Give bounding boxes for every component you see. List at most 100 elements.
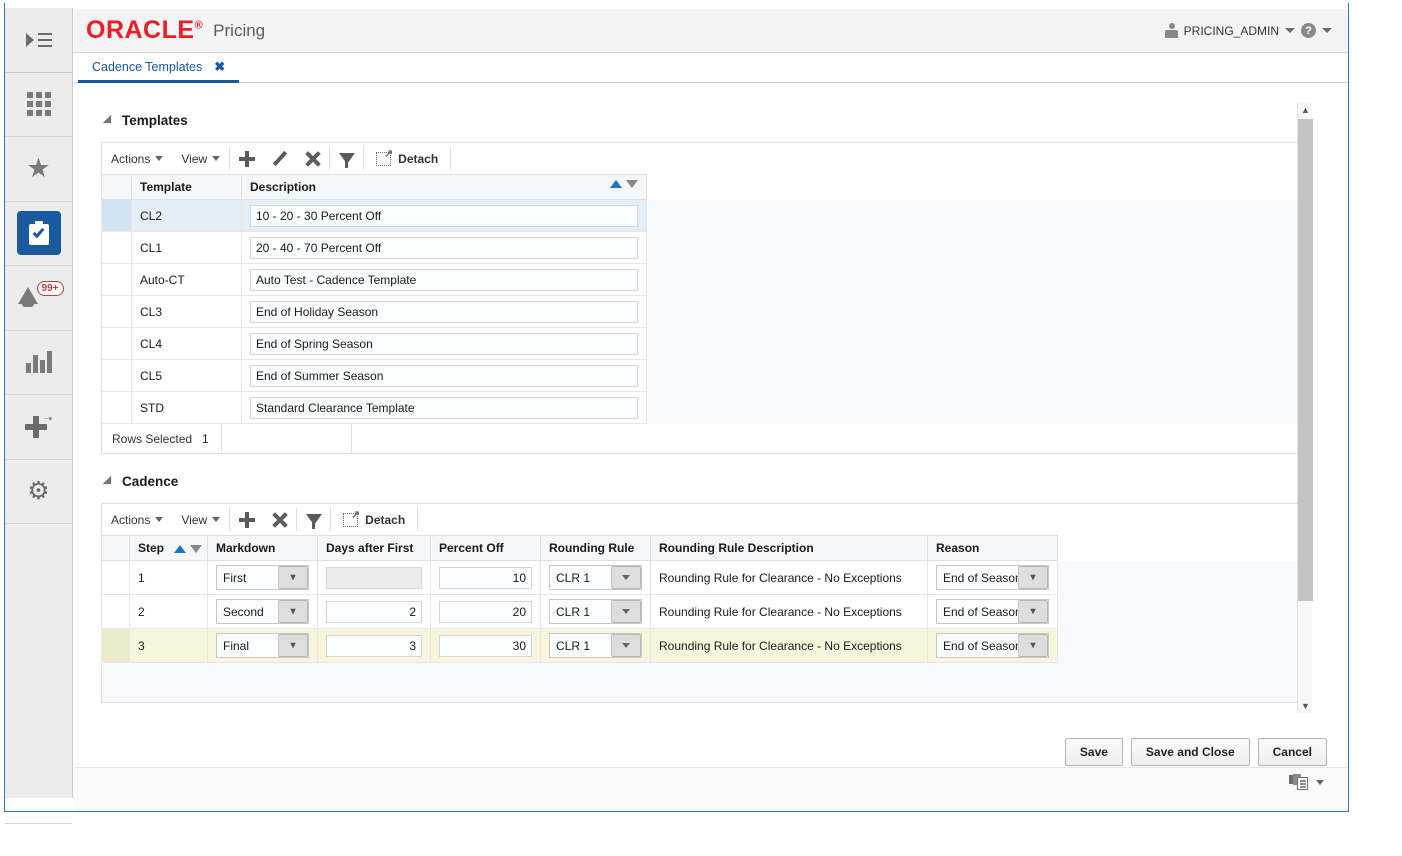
cadence-days-after-first-cell[interactable]	[318, 629, 431, 663]
cadence-col-step[interactable]: Step	[130, 536, 208, 561]
template-description-input[interactable]	[250, 397, 638, 419]
chevron-down-icon[interactable]: ▾	[278, 634, 308, 657]
cadence-percent-off-cell[interactable]	[431, 561, 541, 595]
dropdown-triangle-icon[interactable]	[611, 634, 641, 657]
template-description-cell[interactable]	[242, 328, 647, 360]
template-description-cell[interactable]	[242, 392, 647, 424]
template-description-input[interactable]	[250, 205, 638, 227]
template-description-input[interactable]	[250, 301, 638, 323]
chevron-down-icon[interactable]: ▾	[278, 566, 308, 589]
template-code-cell[interactable]: CL3	[132, 296, 242, 328]
rail-item-notifications[interactable]: 99+	[5, 266, 72, 331]
cadence-col-rounding-rule[interactable]: Rounding Rule	[541, 536, 651, 561]
percent-off-input[interactable]	[439, 567, 532, 589]
markdown-select[interactable]: Final▾	[216, 633, 309, 658]
templates-actions-menu[interactable]: Actions	[102, 143, 172, 174]
template-code-cell[interactable]: CL4	[132, 328, 242, 360]
row-selector-cell[interactable]	[102, 595, 130, 629]
template-code-cell[interactable]: CL5	[132, 360, 242, 392]
table-row[interactable]: CL4	[102, 328, 1309, 360]
templates-section-header[interactable]: Templates	[101, 113, 188, 128]
row-selector-cell[interactable]	[102, 328, 132, 360]
table-row[interactable]: 2Second▾CLR 1Rounding Rule for Clearance…	[102, 595, 1309, 629]
percent-off-input[interactable]	[439, 635, 532, 657]
template-description-input[interactable]	[250, 269, 638, 291]
cadence-markdown-cell[interactable]: Second▾	[208, 595, 318, 629]
days-after-first-input[interactable]	[326, 635, 422, 657]
markdown-select[interactable]: Second▾	[216, 599, 309, 624]
cadence-markdown-cell[interactable]: Final▾	[208, 629, 318, 663]
cadence-days-after-first-cell[interactable]	[318, 561, 431, 595]
scrollbar-thumb[interactable]	[1298, 119, 1313, 601]
rail-item-reports[interactable]	[5, 331, 72, 396]
cancel-button[interactable]: Cancel	[1258, 738, 1327, 766]
row-selector-cell[interactable]	[102, 264, 132, 296]
row-selector-cell[interactable]	[102, 296, 132, 328]
cadence-reason-cell[interactable]: End of Season▾	[928, 629, 1058, 663]
print-control[interactable]	[1289, 774, 1324, 791]
cadence-percent-off-cell[interactable]	[431, 629, 541, 663]
template-code-cell[interactable]: Auto-CT	[132, 264, 242, 296]
sort-ascending-icon[interactable]	[610, 180, 622, 188]
templates-filter-button[interactable]	[330, 143, 363, 174]
percent-off-input[interactable]	[439, 601, 532, 623]
cadence-col-rounding-rule-description[interactable]: Rounding Rule Description	[651, 536, 928, 561]
cadence-delete-button[interactable]	[263, 504, 296, 535]
help-icon[interactable]: ?	[1301, 23, 1316, 38]
save-button[interactable]: Save	[1065, 738, 1123, 766]
table-row[interactable]: Auto-CT	[102, 264, 1309, 296]
rail-item-favorites[interactable]: ★	[5, 137, 72, 202]
table-row[interactable]: CL3	[102, 296, 1309, 328]
templates-edit-button[interactable]	[263, 143, 296, 174]
table-row[interactable]: CL2	[102, 200, 1309, 232]
template-description-cell[interactable]	[242, 360, 647, 392]
row-selector-cell[interactable]	[102, 392, 132, 424]
cadence-rounding-rule-cell[interactable]: CLR 1	[541, 561, 651, 595]
cadence-actions-menu[interactable]: Actions	[102, 504, 172, 535]
rounding-rule-select[interactable]: CLR 1	[549, 565, 642, 590]
cadence-filter-button[interactable]	[297, 504, 330, 535]
cadence-rounding-rule-cell[interactable]: CLR 1	[541, 629, 651, 663]
content-vertical-scrollbar[interactable]: ▲ ▼	[1297, 102, 1312, 713]
cadence-collapse-triangle-icon[interactable]	[103, 475, 116, 488]
cadence-days-after-first-cell[interactable]	[318, 595, 431, 629]
rail-item-collapse-menu[interactable]	[5, 8, 72, 73]
template-description-cell[interactable]	[242, 232, 647, 264]
cadence-view-menu[interactable]: View	[172, 504, 229, 535]
chevron-down-icon[interactable]: ▾	[1018, 634, 1048, 657]
current-user-label[interactable]: PRICING_ADMIN	[1184, 24, 1279, 38]
cadence-reason-cell[interactable]: End of Season▾	[928, 561, 1058, 595]
save-and-close-button[interactable]: Save and Close	[1131, 738, 1250, 766]
cadence-rounding-rule-cell[interactable]: CLR 1	[541, 595, 651, 629]
cadence-percent-off-cell[interactable]	[431, 595, 541, 629]
rail-item-tasks[interactable]	[5, 202, 72, 267]
cadence-reason-cell[interactable]: End of Season▾	[928, 595, 1058, 629]
template-description-cell[interactable]	[242, 296, 647, 328]
template-description-cell[interactable]	[242, 264, 647, 296]
step-sort-controls[interactable]	[174, 545, 202, 553]
table-row[interactable]: CL5	[102, 360, 1309, 392]
template-description-input[interactable]	[250, 333, 638, 355]
cadence-section-header[interactable]: Cadence	[101, 474, 178, 489]
rail-item-settings[interactable]: ⚙	[5, 460, 72, 525]
scroll-down-arrow-icon[interactable]: ▼	[1298, 698, 1313, 713]
reason-select[interactable]: End of Season▾	[936, 599, 1049, 624]
templates-add-button[interactable]	[230, 143, 263, 174]
templates-collapse-triangle-icon[interactable]	[103, 114, 116, 127]
row-selector-cell[interactable]	[102, 360, 132, 392]
user-menu-caret-down-icon[interactable]	[1285, 28, 1295, 33]
table-row[interactable]: 3Final▾CLR 1Rounding Rule for Clearance …	[102, 629, 1309, 663]
description-sort-controls[interactable]	[610, 180, 638, 188]
table-row[interactable]: CL1	[102, 232, 1309, 264]
row-selector-cell[interactable]	[102, 200, 132, 232]
cadence-add-button[interactable]	[230, 504, 263, 535]
template-code-cell[interactable]: STD	[132, 392, 242, 424]
rounding-rule-select[interactable]: CLR 1	[549, 633, 642, 658]
cadence-col-reason[interactable]: Reason	[928, 536, 1058, 561]
row-selector-cell[interactable]	[102, 232, 132, 264]
cadence-markdown-cell[interactable]: First▾	[208, 561, 318, 595]
markdown-select[interactable]: First▾	[216, 565, 309, 590]
sort-ascending-icon[interactable]	[174, 545, 186, 553]
dropdown-triangle-icon[interactable]	[611, 600, 641, 623]
cadence-col-markdown[interactable]: Markdown	[208, 536, 318, 561]
